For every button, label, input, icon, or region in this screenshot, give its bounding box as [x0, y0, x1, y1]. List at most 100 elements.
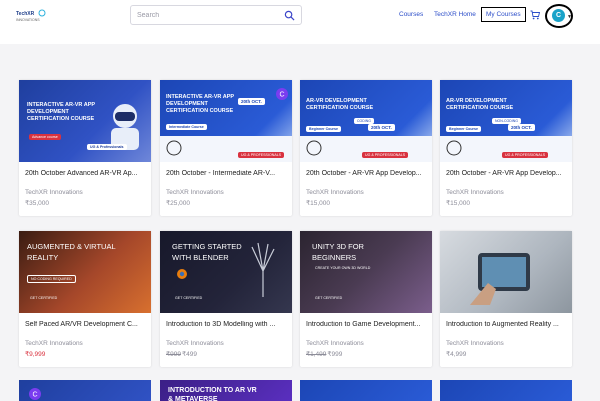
certified-badge: GET CERTIFIED	[315, 296, 343, 300]
thumbnail-title: AUGMENTED & VIRTUAL REALITY	[27, 242, 116, 262]
logo-mark-icon	[38, 9, 46, 17]
price-current: ₹999	[327, 351, 343, 358]
course-card[interactable]: GETTING STARTED WITH BLENDER GET CERTIFI…	[160, 231, 292, 367]
course-note-badge: NO CODING REQUIRED	[27, 275, 76, 283]
thumbnail-title: INTERACTIVE AR-VR APP DEVELOPMENT CERTIF…	[27, 102, 95, 122]
cart-icon[interactable]	[530, 10, 540, 20]
course-price: ₹15,000	[446, 199, 470, 207]
nav-courses-link[interactable]: Courses	[399, 11, 423, 18]
course-level-badge: Beginner Course	[446, 126, 481, 132]
price-current: ₹25,000	[166, 200, 191, 207]
price-current: ₹9,999	[25, 351, 46, 358]
course-provider: TechXR Innovations	[306, 189, 364, 196]
search-input[interactable]	[137, 9, 277, 21]
course-card[interactable]: INTERACTIVE AR-VR APP DEVELOPMENT CERTIF…	[160, 80, 292, 216]
search-icon[interactable]	[284, 10, 295, 21]
chevron-down-icon[interactable]: ▼	[567, 14, 572, 20]
audience-badge: UG & Professionals	[87, 144, 127, 150]
svg-text:C: C	[280, 92, 285, 99]
course-title[interactable]: 20th October - AR-VR App Develop...	[306, 170, 428, 177]
course-card[interactable]	[300, 380, 432, 401]
thumbnail-title: GETTING STARTED WITH BLENDER	[172, 242, 242, 262]
course-title[interactable]: 20th October Advanced AR-VR Ap...	[25, 170, 147, 177]
course-card[interactable]: C	[19, 380, 151, 401]
certified-badge: GET CERTIFIED	[175, 296, 203, 300]
account-menu[interactable]: C ▼	[545, 4, 573, 28]
thumbnail-title: AR-VR DEVELOPMENT CERTIFICATION COURSE	[306, 98, 374, 111]
course-thumbnail[interactable]: INTERACTIVE AR-VR APP DEVELOPMENT CERTIF…	[19, 80, 151, 162]
search-box	[130, 5, 302, 25]
audience-badge: UG & PROFESSIONALS	[362, 152, 409, 158]
iit-roorkee-seal-icon	[166, 140, 182, 156]
course-thumbnail[interactable]: GETTING STARTED WITH BLENDER GET CERTIFI…	[160, 231, 292, 313]
top-navbar: TechXR INNOVATIONS Courses TechXR Home M…	[0, 0, 600, 44]
course-title[interactable]: 20th October - AR-VR App Develop...	[446, 170, 568, 177]
price-current: ₹15,000	[306, 200, 331, 207]
course-price: ₹35,000	[25, 199, 49, 207]
nav-techxr-home-link[interactable]: TechXR Home	[434, 11, 476, 18]
course-level-badge: Intermediate Course	[166, 124, 207, 130]
course-provider: TechXR Innovations	[166, 340, 224, 347]
course-thumbnail[interactable]	[440, 231, 572, 313]
course-price: ₹999₹499	[166, 350, 197, 358]
price-original: ₹999	[166, 351, 181, 358]
course-title[interactable]: Self Paced AR/VR Development C...	[25, 321, 147, 328]
audience-badge: UG & PROFESSIONALS	[238, 152, 285, 158]
skeleton-hand-icon	[251, 242, 275, 297]
course-title[interactable]: Introduction to Game Development...	[306, 321, 428, 328]
course-thumbnail[interactable]: UNITY 3D FOR BEGINNERS CREATE YOUR OWN 3…	[300, 231, 432, 313]
thumbnail-title: UNITY 3D FOR BEGINNERS	[312, 242, 364, 262]
certified-badge: GET CERTIFIED	[30, 296, 58, 300]
course-price: ₹25,000	[166, 199, 190, 207]
start-date-badge: 20th OCT.	[508, 124, 535, 131]
tablet-ar-photo-icon	[470, 253, 530, 305]
course-title[interactable]: Introduction to Augmented Reality ...	[446, 321, 568, 328]
course-card[interactable]: AUGMENTED & VIRTUAL REALITY NO CODING RE…	[19, 231, 151, 367]
course-level-badge: Beginner Course	[306, 126, 341, 132]
price-original: ₹1,499	[306, 351, 327, 358]
logo-text: TechXR	[16, 11, 35, 17]
course-thumbnail[interactable]: AUGMENTED & VIRTUAL REALITY NO CODING RE…	[19, 231, 151, 313]
course-provider: TechXR Innovations	[166, 189, 224, 196]
start-date-badge: 20th OCT.	[368, 124, 395, 131]
course-provider: TechXR Innovations	[446, 340, 504, 347]
audience-badge: UG & PROFESSIONALS	[502, 152, 549, 158]
course-price: ₹4,999	[446, 350, 466, 358]
course-title[interactable]: Introduction to 3D Modelling with ...	[166, 321, 288, 328]
course-thumbnail[interactable]: AR-VR DEVELOPMENT CERTIFICATION COURSE C…	[300, 80, 432, 162]
course-price: ₹1,499₹999	[306, 350, 342, 358]
blender-logo-icon	[177, 269, 187, 279]
thumbnail-title: INTRODUCTION TO AR VR & METAVERSE	[168, 387, 257, 401]
course-thumbnail[interactable]: AR-VR DEVELOPMENT CERTIFICATION COURSE N…	[440, 80, 572, 162]
price-current: ₹15,000	[446, 200, 471, 207]
c-brand-icon: C	[276, 88, 288, 100]
iit-roorkee-seal-icon	[446, 140, 462, 156]
course-thumbnail[interactable]: INTERACTIVE AR-VR APP DEVELOPMENT CERTIF…	[160, 80, 292, 162]
iit-roorkee-seal-icon	[306, 140, 322, 156]
course-level-badge: Advance course	[29, 134, 61, 140]
avatar[interactable]: C	[552, 9, 565, 22]
course-provider: TechXR Innovations	[25, 340, 83, 347]
thumbnail-title: AR-VR DEVELOPMENT CERTIFICATION COURSE	[446, 98, 514, 111]
course-card[interactable]	[440, 380, 572, 401]
svg-text:C: C	[33, 392, 38, 399]
course-price: ₹9,999	[25, 350, 45, 358]
thumbnail-title: INTERACTIVE AR-VR APP DEVELOPMENT CERTIF…	[166, 94, 234, 114]
course-provider: TechXR Innovations	[306, 340, 364, 347]
course-price: ₹15,000	[306, 199, 330, 207]
course-card[interactable]: INTRODUCTION TO AR VR & METAVERSE	[160, 380, 292, 401]
price-current: ₹35,000	[25, 200, 50, 207]
course-card[interactable]: Introduction to Augmented Reality ... Te…	[440, 231, 572, 367]
course-title[interactable]: 20th October - Intermediate AR-V...	[166, 170, 288, 177]
course-note-badge: CREATE YOUR OWN 3D WORLD	[315, 266, 371, 270]
course-provider: TechXR Innovations	[25, 189, 83, 196]
course-card[interactable]: UNITY 3D FOR BEGINNERS CREATE YOUR OWN 3…	[300, 231, 432, 367]
course-card[interactable]: AR-VR DEVELOPMENT CERTIFICATION COURSE C…	[300, 80, 432, 216]
nav-my-courses-link[interactable]: My Courses	[481, 7, 526, 22]
course-card[interactable]: INTERACTIVE AR-VR APP DEVELOPMENT CERTIF…	[19, 80, 151, 216]
c-brand-icon: C	[29, 388, 41, 400]
course-card[interactable]: AR-VR DEVELOPMENT CERTIFICATION COURSE N…	[440, 80, 572, 216]
techxr-logo[interactable]: TechXR INNOVATIONS	[16, 9, 46, 23]
price-current: ₹4,999	[446, 351, 467, 358]
course-provider: TechXR Innovations	[446, 189, 504, 196]
